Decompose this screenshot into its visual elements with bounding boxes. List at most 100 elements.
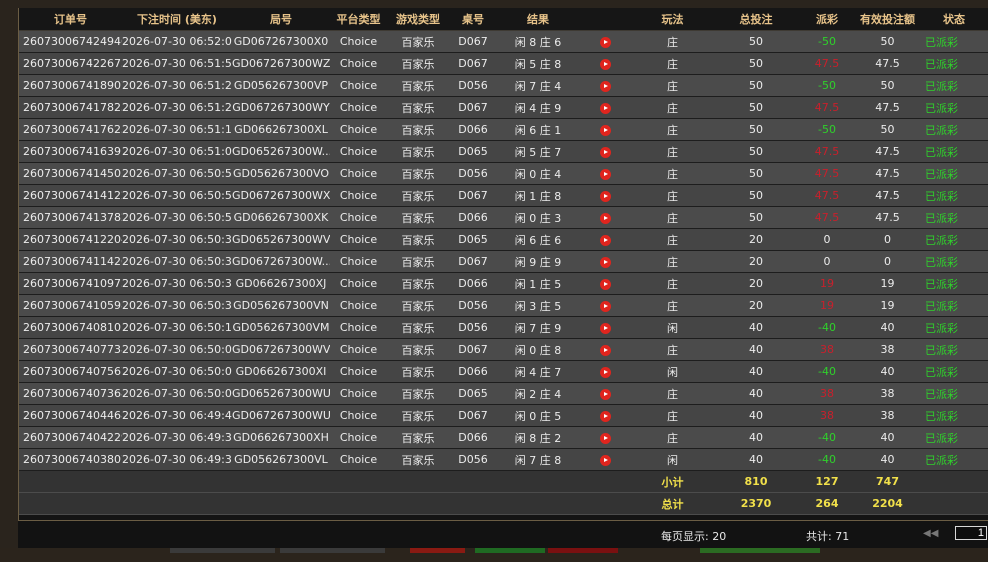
col-bet-time[interactable]: 下注时间 (美东)	[122, 8, 232, 31]
payout-cell: 47.5	[798, 206, 856, 229]
order-id-cell: 260730067407368	[19, 382, 122, 405]
table-row[interactable]: 260730067407738 2026-07-30 06:50:07 GD0672…	[19, 338, 988, 361]
play-replay-icon[interactable]	[599, 278, 611, 290]
col-payout[interactable]: 派彩	[798, 8, 856, 31]
grand-total-valid: 2204	[856, 492, 919, 515]
play-replay-icon[interactable]	[599, 190, 611, 202]
col-game-type[interactable]: 游戏类型	[387, 8, 449, 31]
game-type-cell: 百家乐	[387, 30, 449, 53]
table-cell: D066	[449, 426, 497, 449]
total-bet-cell: 40	[714, 426, 798, 449]
table-row[interactable]: 260730067408101 2026-07-30 06:50:10 GD0562…	[19, 316, 988, 339]
play-replay-icon[interactable]	[599, 454, 611, 466]
prev-page-icon[interactable]: ◀◀	[923, 528, 938, 539]
table-row[interactable]: 260730067411426 2026-07-30 06:50:33 GD0672…	[19, 250, 988, 273]
replay-cell	[579, 294, 631, 317]
platform-cell: Choice	[330, 294, 387, 317]
play-replay-icon[interactable]	[599, 80, 611, 92]
bet-type-cell: 庄	[631, 426, 714, 449]
table-row[interactable]: 260730067407368 2026-07-30 06:50:03 GD0652…	[19, 382, 988, 405]
page-number-input[interactable]	[955, 526, 987, 540]
bottom-toolbar-strip	[0, 548, 988, 562]
col-result[interactable]: 结果	[497, 8, 579, 31]
play-replay-icon[interactable]	[599, 36, 611, 48]
table-cell: D067	[449, 404, 497, 427]
order-id-cell: 260730067407567	[19, 360, 122, 383]
grand-total-payout: 264	[798, 492, 856, 515]
table-row[interactable]: 260730067403807 2026-07-30 06:49:35 GD0562…	[19, 448, 988, 471]
replay-cell	[579, 426, 631, 449]
table-row[interactable]: 260730067404229 2026-07-30 06:49:38 GD0662…	[19, 426, 988, 449]
col-order-id[interactable]: 订单号	[19, 8, 122, 31]
platform-cell: Choice	[330, 448, 387, 471]
replay-cell	[579, 118, 631, 141]
round-id-cell: GD067267300WY	[232, 96, 330, 119]
total-bet-cell: 50	[714, 96, 798, 119]
play-replay-icon[interactable]	[599, 234, 611, 246]
col-total-bet[interactable]: 总投注	[714, 8, 798, 31]
play-replay-icon[interactable]	[599, 388, 611, 400]
bet-time-cell: 2026-07-30 06:51:19	[122, 118, 232, 141]
order-id-cell: 260730067413782	[19, 206, 122, 229]
round-id-cell: GD056267300VM	[232, 316, 330, 339]
play-replay-icon[interactable]	[599, 410, 611, 422]
platform-cell: Choice	[330, 316, 387, 339]
play-replay-icon[interactable]	[599, 432, 611, 444]
table-row[interactable]: 260730067404468 2026-07-30 06:49:40 GD0672…	[19, 404, 988, 427]
table-row[interactable]: 260730067410598 2026-07-30 06:50:30 GD0562…	[19, 294, 988, 317]
valid-bet-cell: 47.5	[856, 96, 919, 119]
result-cell: 闲 7 庄 8	[497, 448, 579, 471]
play-replay-icon[interactable]	[599, 102, 611, 114]
col-bet-type[interactable]: 玩法	[631, 8, 714, 31]
table-row[interactable]: 260730067422673 2026-07-30 06:51:53 GD0672…	[19, 52, 988, 75]
result-cell: 闲 0 庄 3	[497, 206, 579, 229]
table-row[interactable]: 260730067417823 2026-07-30 06:51:21 GD0672…	[19, 96, 988, 119]
table-row[interactable]: 260730067412204 2026-07-30 06:50:38 GD0652…	[19, 228, 988, 251]
valid-bet-cell: 47.5	[856, 162, 919, 185]
round-id-cell: GD056267300VL	[232, 448, 330, 471]
total-bet-cell: 20	[714, 294, 798, 317]
col-round-id[interactable]: 局号	[232, 8, 330, 31]
order-id-cell: 260730067424946	[19, 30, 122, 53]
table-cell: D066	[449, 360, 497, 383]
play-replay-icon[interactable]	[599, 256, 611, 268]
subtotal-payout: 127	[798, 470, 856, 493]
replay-cell	[579, 404, 631, 427]
table-row[interactable]: 260730067417623 2026-07-30 06:51:19 GD0662…	[19, 118, 988, 141]
payout-cell: -40	[798, 426, 856, 449]
table-row[interactable]: 260730067414122 2026-07-30 06:50:56 GD0672…	[19, 184, 988, 207]
bet-time-cell: 2026-07-30 06:49:35	[122, 448, 232, 471]
col-status[interactable]: 状态	[919, 8, 988, 31]
play-replay-icon[interactable]	[599, 322, 611, 334]
col-valid-bet[interactable]: 有效投注额	[856, 8, 919, 31]
play-replay-icon[interactable]	[599, 168, 611, 180]
status-cell: 已派彩	[919, 316, 988, 339]
table-row[interactable]: 260730067407567 2026-07-30 06:50:05 GD0662…	[19, 360, 988, 383]
status-cell: 已派彩	[919, 382, 988, 405]
play-replay-icon[interactable]	[599, 366, 611, 378]
table-cell: D067	[449, 338, 497, 361]
table-row[interactable]: 260730067413782 2026-07-30 06:50:53 GD0662…	[19, 206, 988, 229]
play-replay-icon[interactable]	[599, 124, 611, 136]
table-row[interactable]: 260730067416391 2026-07-30 06:51:09 GD0652…	[19, 140, 988, 163]
order-id-cell: 260730067404468	[19, 404, 122, 427]
play-replay-icon[interactable]	[599, 58, 611, 70]
total-bet-cell: 20	[714, 272, 798, 295]
result-cell: 闲 0 庄 5	[497, 404, 579, 427]
table-row[interactable]: 260730067410973 2026-07-30 06:50:32 GD0662…	[19, 272, 988, 295]
table-cell: D065	[449, 228, 497, 251]
table-row[interactable]: 260730067418907 2026-07-30 06:51:28 GD0562…	[19, 74, 988, 97]
play-replay-icon[interactable]	[599, 146, 611, 158]
status-cell: 已派彩	[919, 272, 988, 295]
col-platform[interactable]: 平台类型	[330, 8, 387, 31]
table-row[interactable]: 260730067424946 2026-07-30 06:52:09 GD0672…	[19, 30, 988, 53]
col-table[interactable]: 桌号	[449, 8, 497, 31]
valid-bet-cell: 19	[856, 272, 919, 295]
play-replay-icon[interactable]	[599, 212, 611, 224]
result-cell: 闲 8 庄 6	[497, 30, 579, 53]
play-replay-icon[interactable]	[599, 344, 611, 356]
table-cell: D066	[449, 118, 497, 141]
table-row[interactable]: 260730067414505 2026-07-30 06:50:59 GD0562…	[19, 162, 988, 185]
bet-time-cell: 2026-07-30 06:50:10	[122, 316, 232, 339]
play-replay-icon[interactable]	[599, 300, 611, 312]
